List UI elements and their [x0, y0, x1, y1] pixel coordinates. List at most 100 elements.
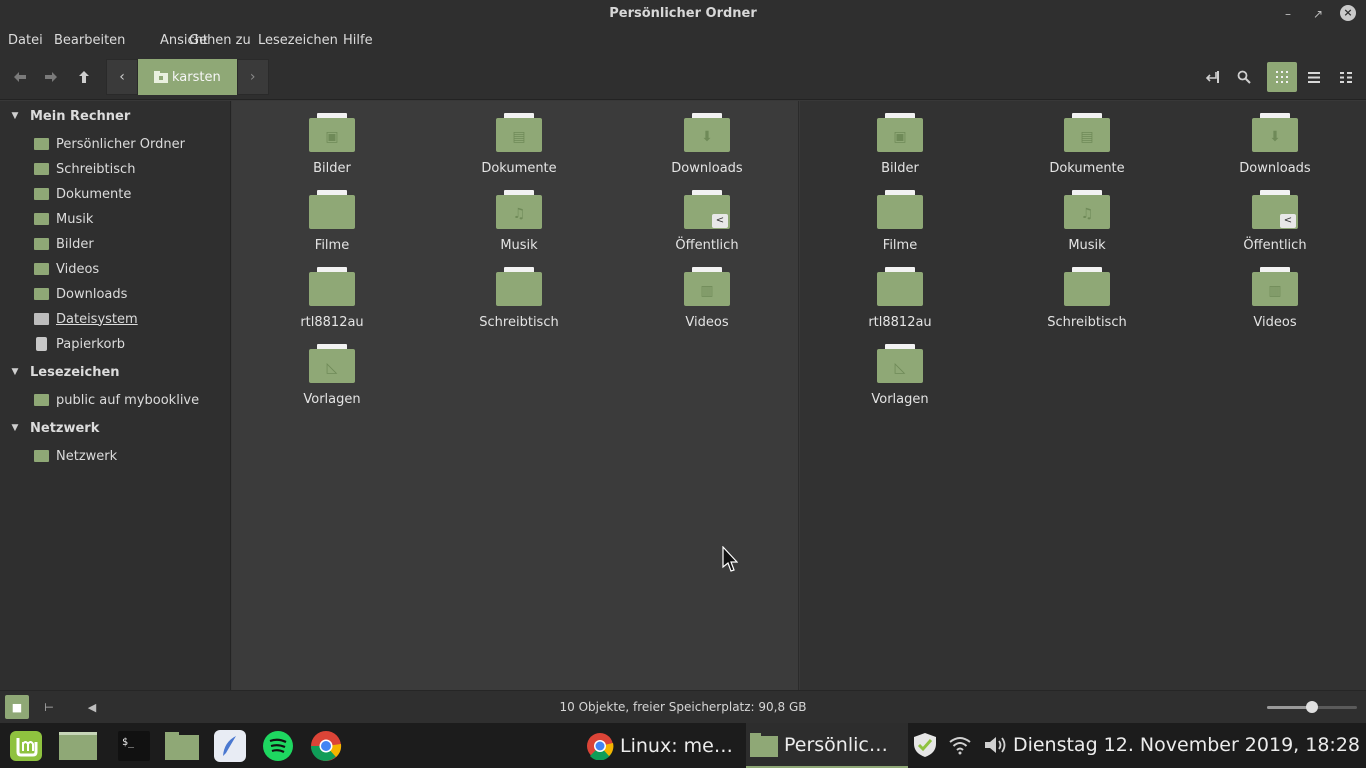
spotify-launcher[interactable] — [260, 728, 296, 764]
mouse-cursor-icon — [722, 546, 738, 572]
sidebar-item-bookmark-mybooklive[interactable]: public auf mybooklive — [34, 389, 199, 411]
menu-hilfe[interactable]: Hilfe — [343, 33, 373, 48]
folder-icon — [1064, 267, 1110, 307]
file-item[interactable]: ▣ Bilder — [272, 113, 392, 176]
update-manager-tray[interactable] — [911, 731, 939, 759]
file-item[interactable]: Filme — [272, 190, 392, 253]
sidebar-section-mein-rechner[interactable]: ▼ Mein Rechner — [0, 105, 131, 127]
file-item[interactable]: ◺ Vorlagen — [272, 344, 392, 407]
download-emblem-icon: ⬇ — [1269, 129, 1281, 145]
taskbar-task-chrome[interactable]: Linux: me… — [582, 723, 744, 768]
file-item[interactable]: ▥ Videos — [1215, 267, 1335, 330]
file-item[interactable]: ▣ Bilder — [840, 113, 960, 176]
up-button[interactable] — [69, 62, 99, 92]
back-button[interactable] — [5, 62, 35, 92]
path-crumb-label: karsten — [172, 69, 221, 85]
search-button[interactable] — [1229, 62, 1259, 92]
clock[interactable]: Dienstag 12. November 2019, 18:28 — [1013, 734, 1360, 756]
grid-view-icon — [1276, 71, 1288, 83]
sidebar-item-trash[interactable]: Papierkorb — [34, 333, 125, 355]
network-tray[interactable] — [946, 731, 974, 759]
sidebar-item-music[interactable]: Musik — [34, 208, 93, 230]
file-item[interactable]: ⬇ Downloads — [1215, 113, 1335, 176]
file-item[interactable]: ♫ Musik — [1027, 190, 1147, 253]
chrome-launcher[interactable] — [308, 728, 344, 764]
linux-mint-icon — [10, 731, 42, 761]
sidebar-item-pictures[interactable]: Bilder — [34, 233, 94, 255]
pathbar: ‹ karsten › — [106, 59, 269, 95]
text-editor-launcher[interactable] — [212, 728, 248, 764]
file-name: Bilder — [881, 161, 919, 176]
sidebar-item-downloads[interactable]: Downloads — [34, 283, 127, 305]
music-emblem-icon: ♫ — [512, 206, 526, 222]
sidebar-item-documents[interactable]: Dokumente — [34, 183, 131, 205]
mint-menu-button[interactable] — [8, 728, 44, 764]
folder-icon: ♫ — [1064, 190, 1110, 230]
files-launcher[interactable] — [164, 728, 200, 764]
close-button[interactable]: × — [1340, 5, 1356, 21]
folder-icon — [877, 267, 923, 307]
volume-tray[interactable] — [982, 731, 1010, 759]
file-item[interactable]: Schreibtisch — [1027, 267, 1147, 330]
menu-datei[interactable]: Datei — [8, 33, 43, 48]
minimize-button[interactable]: – — [1278, 4, 1298, 24]
file-item[interactable]: ▥ Videos — [647, 267, 767, 330]
file-item[interactable]: rtl8812au — [272, 267, 392, 330]
zoom-slider[interactable] — [1267, 701, 1357, 713]
path-scroll-left-button[interactable]: ‹ — [106, 59, 138, 95]
file-item[interactable]: Schreibtisch — [459, 267, 579, 330]
file-item[interactable]: ▤ Dokumente — [459, 113, 579, 176]
path-scroll-right-button[interactable]: › — [236, 59, 269, 95]
sidebar-section-lesezeichen[interactable]: ▼ Lesezeichen — [0, 361, 120, 383]
file-pane-right[interactable]: ▣ Bilder ▤ Dokumente ⬇ Downloads Filme ♫ Musik < Ö… — [800, 101, 1366, 690]
file-item[interactable]: ▤ Dokumente — [1027, 113, 1147, 176]
forward-button[interactable] — [36, 62, 66, 92]
download-emblem-icon: ⬇ — [701, 129, 713, 145]
file-name: Öffentlich — [675, 238, 739, 253]
zoom-slider-handle[interactable] — [1306, 701, 1318, 713]
chevron-right-icon: › — [249, 69, 256, 85]
file-item[interactable]: ♫ Musik — [459, 190, 579, 253]
terminal-launcher[interactable]: $_ — [116, 728, 152, 764]
file-item[interactable]: ⬇ Downloads — [647, 113, 767, 176]
speaker-icon — [985, 737, 1006, 753]
sidebar-item-filesystem[interactable]: Dateisystem — [34, 308, 138, 330]
titlebar[interactable]: Persönlicher Ordner – ↗ × — [0, 0, 1366, 28]
arrow-right-icon — [45, 72, 57, 82]
shield-check-icon — [914, 733, 936, 757]
search-icon — [1237, 70, 1251, 84]
icon-view-button[interactable] — [1267, 62, 1297, 92]
sidebar-section-netzwerk[interactable]: ▼ Netzwerk — [0, 417, 100, 439]
toggle-location-button[interactable] — [1197, 62, 1227, 92]
camera-emblem-icon: ▣ — [325, 129, 339, 145]
sidebar-item-network[interactable]: Netzwerk — [34, 445, 117, 467]
file-name: Musik — [1068, 238, 1106, 253]
compact-view-icon — [1340, 71, 1352, 83]
file-item[interactable]: ◺ Vorlagen — [840, 344, 960, 407]
taskbar-task-files[interactable]: Persönlic… — [746, 723, 908, 768]
file-item[interactable]: < Öffentlich — [1215, 190, 1335, 253]
file-name: Vorlagen — [303, 392, 361, 407]
list-view-button[interactable] — [1299, 62, 1329, 92]
pictures-folder-icon — [34, 238, 49, 250]
maximize-button[interactable]: ↗ — [1308, 4, 1328, 24]
sidebar-item-home[interactable]: Persönlicher Ordner — [34, 133, 185, 155]
film-emblem-icon: ▥ — [700, 283, 714, 299]
compact-view-button[interactable] — [1331, 62, 1361, 92]
list-view-icon — [1308, 71, 1320, 83]
menu-lesezeichen[interactable]: Lesezeichen — [258, 33, 338, 48]
folder-icon — [877, 190, 923, 230]
sidebar-item-desktop[interactable]: Schreibtisch — [34, 158, 135, 180]
music-emblem-icon: ♫ — [1080, 206, 1094, 222]
menu-bearbeiten[interactable]: Bearbeiten — [54, 33, 125, 48]
file-item[interactable]: Filme — [840, 190, 960, 253]
file-item[interactable]: rtl8812au — [840, 267, 960, 330]
arrow-up-icon — [79, 71, 89, 83]
path-crumb-home[interactable]: karsten — [138, 59, 237, 95]
menu-gehen-zu[interactable]: Gehen zu — [189, 33, 251, 48]
folder-icon: ▥ — [684, 267, 730, 307]
sidebar-item-videos[interactable]: Videos — [34, 258, 99, 280]
show-desktop-button[interactable] — [58, 728, 98, 764]
file-pane-left[interactable]: ▣ Bilder ▤ Dokumente ⬇ Downloads Filme ♫ Musik < Ö… — [232, 101, 799, 690]
file-item[interactable]: < Öffentlich — [647, 190, 767, 253]
